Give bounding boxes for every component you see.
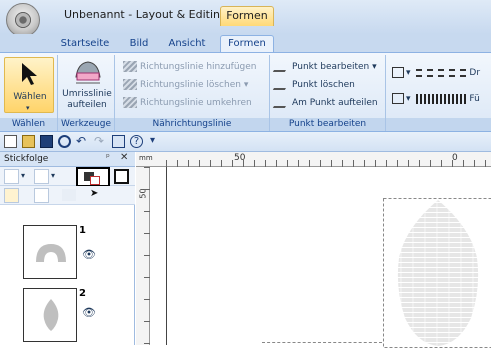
punkt-bearbeiten-button[interactable]: Punkt bearbeiten ▾ (276, 59, 377, 75)
cursor-arrow-icon (19, 62, 39, 86)
context-tab-formen[interactable]: Formen (220, 6, 274, 26)
label: Am Punkt aufteilen (292, 98, 378, 108)
design-page (166, 167, 491, 345)
cursor-arrow-icon[interactable]: ➤ (90, 188, 98, 199)
ruler-ticks (144, 167, 150, 345)
group-werkzeuge: Umrisslinie aufteilen Werkzeuge (58, 55, 115, 131)
item-number: 1 (79, 225, 86, 236)
group-view-icon[interactable] (34, 169, 49, 184)
label: Richtungslinie umkehren (140, 98, 252, 108)
teardrop-shape-preview[interactable] (383, 198, 491, 348)
new-file-icon[interactable] (4, 135, 17, 148)
fill-pattern-icon (416, 94, 466, 104)
panel-title: Stickfolge (4, 154, 48, 164)
tab-startseite[interactable]: Startseite (58, 36, 112, 52)
fit-view-icon[interactable] (4, 169, 19, 184)
add-direction-icon (123, 61, 137, 72)
group-label: Nährichtungslinie (115, 118, 269, 131)
ruler-top: mm 50 0 (136, 152, 491, 167)
open-folder-icon[interactable] (22, 135, 35, 148)
ribbon-tab-row: Startseite Bild Ansicht Formen (0, 34, 491, 52)
help-icon[interactable]: ? (130, 135, 143, 148)
stickfolge-panel: Stickfolge ᵖ ✕ ▾ ▾ ➤ 1 👁 2 👁 (0, 152, 135, 345)
line-stitch-dropdown[interactable]: ▾ Dr (392, 65, 480, 81)
redo-icon[interactable]: ↷ (94, 135, 107, 148)
panel-header: Stickfolge ᵖ ✕ (0, 152, 135, 167)
panel-toolbar-1: ▾ ▾ (0, 167, 135, 186)
ribbon: Wählen ▾ Wählen Umrisslinie aufteilen We… (0, 52, 491, 132)
group-label (386, 118, 491, 131)
window-title: Unbenannt - Layout & Editing (64, 8, 227, 21)
aufteilen-label: aufteilen (61, 100, 113, 110)
application-menu-button[interactable] (6, 3, 40, 37)
chevron-down-icon[interactable]: ▾ (21, 171, 25, 180)
stitch-item-thumbnail[interactable] (23, 225, 77, 279)
frame-icon[interactable] (114, 169, 129, 184)
undo-icon[interactable]: ↶ (76, 135, 89, 148)
app-logo-icon (15, 12, 31, 28)
umrisslinie-label: Umrisslinie (61, 89, 113, 99)
split-outline-icon (74, 59, 102, 85)
tab-ansicht[interactable]: Ansicht (165, 36, 209, 52)
label: Punkt bearbeiten (292, 62, 369, 72)
dropdown-arrow-icon: ▾ (26, 104, 30, 112)
group-waehlen: Wählen ▾ Wählen (0, 55, 58, 131)
label: Richtungslinie hinzufügen (140, 62, 257, 72)
reverse-direction-icon (123, 97, 137, 108)
label: Punkt löschen (292, 80, 355, 90)
delete-point-icon (273, 79, 291, 90)
am-punkt-aufteilen-button[interactable]: Am Punkt aufteilen (276, 95, 378, 111)
eye-icon[interactable] (4, 188, 19, 203)
lock-icon[interactable] (34, 188, 49, 203)
punkt-loeschen-button[interactable]: Punkt löschen (276, 77, 355, 93)
customize-qat-icon[interactable]: ▾ (150, 135, 163, 148)
ruler-ticks (166, 160, 491, 167)
quick-access-toolbar: ↶ ↷ ? ▾ (0, 132, 491, 152)
ruler-unit: mm (139, 154, 153, 162)
delete-direction-icon (123, 79, 137, 90)
ruler-left: 50 (136, 167, 150, 345)
waehlen-button[interactable]: Wählen ▾ (4, 57, 54, 113)
waehlen-label: Wählen (5, 92, 55, 102)
panel-toolbar-2: ➤ (0, 186, 135, 205)
highlighted-reorder-button[interactable] (76, 167, 110, 187)
visibility-eye-icon[interactable]: 👁 (82, 248, 96, 261)
fill-stitch-dropdown[interactable]: ▾ Fü (392, 91, 480, 107)
tab-formen[interactable]: Formen (220, 35, 274, 52)
tab-bild[interactable]: Bild (122, 36, 156, 52)
item-number: 2 (79, 288, 86, 299)
group-naehrichtungslinie: Richtungslinie hinzufügen Richtungslinie… (115, 55, 270, 131)
chevron-down-icon[interactable]: ▾ (51, 171, 55, 180)
group-label: Werkzeuge (58, 118, 114, 131)
pin-icon[interactable]: ᵖ (106, 153, 110, 163)
label: Fü (469, 94, 479, 104)
zoom-icon[interactable] (58, 135, 71, 148)
dashed-line-icon (416, 69, 466, 77)
save-icon[interactable] (40, 135, 53, 148)
title-bar: Unbenannt - Layout & Editing Formen (0, 0, 491, 34)
move-disabled-icon[interactable] (62, 189, 76, 201)
design-canvas[interactable]: mm 50 0 50 (136, 152, 491, 345)
preview-icon[interactable] (112, 135, 125, 148)
group-punkt-bearbeiten: Punkt bearbeiten ▾ Punkt löschen Am Punk… (270, 55, 386, 131)
richtungslinie-umkehren-button[interactable]: Richtungslinie umkehren (123, 95, 252, 111)
close-icon[interactable]: ✕ (120, 152, 128, 163)
group-stitch-type: ▾ Dr ▾ Fü (386, 55, 491, 131)
richtungslinie-hinzufuegen-button[interactable]: Richtungslinie hinzufügen (123, 59, 257, 75)
label: Dr (469, 68, 480, 78)
front-square-icon (90, 176, 100, 185)
group-label: Punkt bearbeiten (270, 118, 385, 131)
fill-box-icon (392, 93, 404, 104)
group-label: Wählen (0, 118, 57, 131)
line-box-icon (392, 67, 404, 78)
visibility-eye-icon[interactable]: 👁 (82, 306, 96, 319)
split-point-icon (273, 97, 291, 108)
label: Richtungslinie löschen (140, 80, 241, 90)
umrisslinie-aufteilen-button[interactable]: Umrisslinie aufteilen (61, 57, 113, 113)
shape-preview-icon (34, 240, 68, 264)
stitch-item-thumbnail[interactable] (23, 288, 77, 342)
edit-point-icon (273, 61, 291, 72)
richtungslinie-loeschen-button[interactable]: Richtungslinie löschen ▾ (123, 77, 248, 93)
shape-preview-icon (40, 297, 62, 333)
